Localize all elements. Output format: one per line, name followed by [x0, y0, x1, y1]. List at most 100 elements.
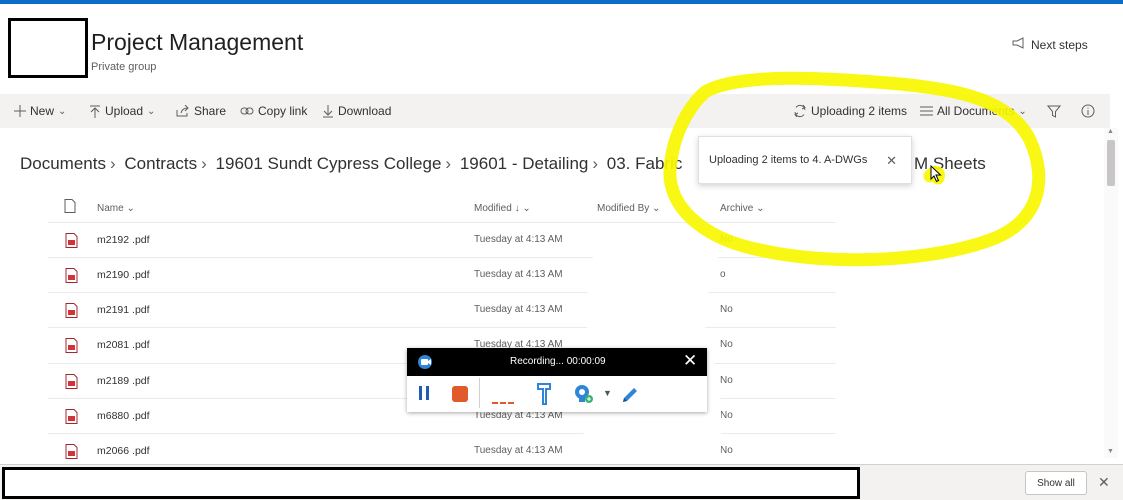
uploading-status-label: Uploading 2 items	[811, 104, 908, 118]
next-steps-label: Next steps	[1031, 37, 1088, 52]
sort-down-icon: ↓	[514, 203, 520, 214]
copy-link-label: Copy link	[258, 104, 308, 118]
column-header-name-label: Name	[97, 203, 124, 214]
close-icon[interactable]: ✕	[1098, 474, 1110, 491]
pdf-icon	[65, 374, 78, 389]
view-label: All Documents	[937, 104, 1015, 118]
pdf-icon	[65, 303, 78, 318]
download-bar-redacted	[2, 467, 860, 499]
file-name[interactable]: m2081 .pdf	[97, 339, 150, 351]
pdf-icon	[65, 233, 78, 248]
show-all-button[interactable]: Show all	[1025, 471, 1087, 495]
upload-button[interactable]: Upload ⌄	[89, 94, 155, 128]
redaction-blob	[580, 226, 722, 466]
share-label: Share	[194, 104, 227, 118]
sync-icon	[793, 104, 807, 118]
recorder-titlebar[interactable]: Recording... 00:00:09 ✕	[407, 348, 707, 376]
close-icon[interactable]: ✕	[886, 153, 897, 169]
site-logo-redacted	[8, 18, 88, 78]
suite-header-strip	[0, 0, 1123, 4]
chevron-down-icon: ⌄	[1018, 105, 1027, 117]
info-button[interactable]	[1081, 94, 1095, 128]
new-button[interactable]: New ⌄	[14, 94, 66, 128]
volume-level-icon[interactable]	[492, 402, 514, 404]
chevron-down-icon: ⌄	[756, 203, 765, 214]
link-icon	[240, 106, 254, 116]
screen-recorder-widget[interactable]: Recording... 00:00:09 ✕ ▼	[407, 348, 707, 412]
scroll-up-icon[interactable]: ▲	[1107, 128, 1114, 135]
download-button[interactable]: Download	[322, 94, 391, 128]
cursor-icon	[930, 165, 942, 183]
upload-toast: Uploading 2 items to 4. A-DWGs ✕	[698, 136, 912, 184]
modified-date: Tuesday at 4:13 AM	[474, 304, 563, 315]
breadcrumb-item-fabric[interactable]: 03. Fabric	[607, 154, 683, 173]
download-label: Download	[338, 104, 392, 118]
breadcrumb-item-detailing[interactable]: 19601 - Detailing	[460, 154, 589, 173]
file-name[interactable]: m2192 .pdf	[97, 234, 150, 246]
info-icon	[1081, 104, 1095, 118]
column-header-modified-by-label: Modified By	[597, 203, 650, 214]
site-title[interactable]: Project Management	[91, 29, 303, 56]
close-icon[interactable]: ✕	[683, 351, 697, 371]
list-icon	[920, 106, 933, 116]
share-button[interactable]: Share	[176, 94, 226, 128]
vertical-scrollbar[interactable]: ▲ ▼	[1104, 128, 1118, 458]
column-header-modified[interactable]: Modified ↓ ⌄	[474, 203, 531, 214]
uploading-status-button[interactable]: Uploading 2 items	[793, 94, 907, 128]
filter-button[interactable]	[1047, 94, 1061, 128]
filter-icon	[1047, 105, 1061, 118]
pen-icon[interactable]	[619, 384, 641, 406]
breadcrumb-item-contracts[interactable]: Contracts	[124, 154, 197, 173]
pdf-icon	[65, 444, 78, 459]
scroll-down-icon[interactable]: ▼	[1107, 448, 1114, 455]
scrollbar-thumb[interactable]	[1107, 140, 1115, 186]
megaphone-icon	[1012, 37, 1026, 52]
file-name[interactable]: m2190 .pdf	[97, 269, 150, 281]
breadcrumb-separator-icon: ›	[201, 154, 207, 173]
breadcrumb-current: M Sheets	[914, 154, 986, 173]
brush-icon[interactable]	[535, 382, 553, 406]
recorder-status: Recording... 00:00:09	[510, 356, 606, 367]
chevron-down-icon: ⌄	[147, 105, 156, 117]
copy-link-button[interactable]: Copy link	[240, 94, 307, 128]
chevron-down-icon: ⌄	[58, 105, 67, 117]
file-name[interactable]: m2066 .pdf	[97, 445, 150, 457]
column-header-archive[interactable]: Archive ⌄	[720, 203, 765, 214]
webcam-icon[interactable]	[573, 383, 595, 405]
share-icon	[176, 105, 190, 117]
breadcrumb: Documents › Contracts › 19601 Sundt Cypres…	[20, 154, 682, 174]
column-header-modified-by[interactable]: Modified By ⌄	[597, 203, 660, 214]
breadcrumb-item-project[interactable]: 19601 Sundt Cypress College	[216, 154, 442, 173]
chevron-down-icon: ⌄	[522, 203, 531, 214]
stop-icon[interactable]	[451, 385, 469, 403]
modified-date: Tuesday at 4:13 AM	[474, 234, 563, 245]
divider	[479, 378, 480, 408]
file-name[interactable]: m6880 .pdf	[97, 410, 150, 422]
plus-icon	[14, 105, 26, 117]
next-steps-button[interactable]: Next steps	[1012, 37, 1088, 52]
file-name[interactable]: m2189 .pdf	[97, 375, 150, 387]
pdf-icon	[65, 338, 78, 353]
pause-icon[interactable]	[417, 384, 431, 402]
chevron-down-icon: ⌄	[126, 203, 135, 214]
upload-label: Upload	[105, 104, 144, 118]
modified-date: Tuesday at 4:13 AM	[474, 269, 563, 280]
column-header-name[interactable]: Name ⌄	[97, 203, 135, 214]
site-subtitle: Private group	[91, 61, 157, 73]
command-bar: New ⌄ Upload ⌄ Share Copy link Download …	[0, 94, 1110, 128]
upload-icon	[89, 105, 101, 118]
view-switcher[interactable]: All Documents ⌄	[920, 94, 1027, 128]
download-icon	[322, 104, 334, 118]
breadcrumb-separator-icon: ›	[445, 154, 452, 173]
pdf-icon	[65, 409, 78, 424]
video-camera-icon	[418, 355, 432, 369]
upload-toast-text: Uploading 2 items to 4. A-DWGs	[709, 154, 868, 166]
breadcrumb-separator-icon: ›	[109, 154, 116, 173]
dropdown-icon[interactable]: ▼	[603, 388, 612, 398]
breadcrumb-item-documents[interactable]: Documents	[20, 154, 106, 173]
breadcrumb-separator-icon: ›	[592, 154, 599, 173]
doc-icon	[64, 199, 76, 216]
column-header-modified-label: Modified	[474, 203, 512, 214]
file-name[interactable]: m2191 .pdf	[97, 304, 150, 316]
column-header-archive-label: Archive	[720, 203, 754, 214]
